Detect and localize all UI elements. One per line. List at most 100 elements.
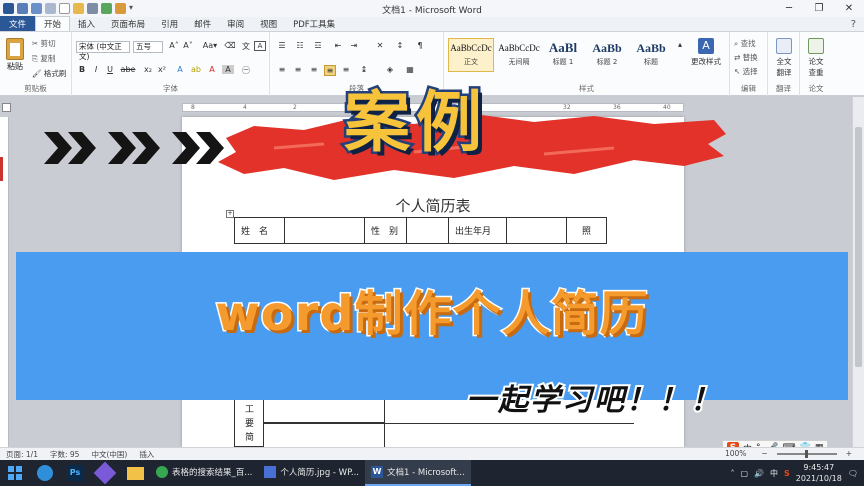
tab-pdf-tools[interactable]: PDF工具集	[285, 16, 343, 31]
table-cell[interactable]	[284, 217, 365, 244]
table-move-handle-icon[interactable]: +	[226, 210, 234, 218]
undo-icon[interactable]	[31, 3, 42, 14]
underline-button[interactable]: U	[104, 65, 116, 74]
resume-table[interactable]: 姓 名 性 别 出生年月 照	[234, 217, 607, 244]
start-button[interactable]	[0, 460, 30, 486]
tray-ime[interactable]: 中	[770, 468, 778, 479]
table-cell[interactable]	[506, 217, 567, 244]
table-cell[interactable]: 出生年月	[448, 217, 507, 244]
paper-check-button[interactable]: 论文 查重	[802, 38, 830, 78]
increase-indent-icon[interactable]: ⇥	[348, 41, 360, 50]
close-icon[interactable]: ✕	[834, 0, 864, 17]
cut-button[interactable]: ✂ 剪切	[32, 38, 56, 49]
tab-review[interactable]: 审阅	[219, 16, 252, 31]
tab-page-layout[interactable]: 页面布局	[103, 16, 153, 31]
spelling-check-icon[interactable]	[101, 3, 112, 14]
print-preview-icon[interactable]	[87, 3, 98, 14]
clear-format-icon[interactable]: ⌫	[224, 41, 236, 50]
char-shading-icon[interactable]: A	[222, 65, 234, 74]
tab-mailings[interactable]: 邮件	[186, 16, 219, 31]
numbering-icon[interactable]: ☷	[294, 41, 306, 50]
table-cell[interactable]: 姓 名	[234, 217, 285, 244]
zoom-out-icon[interactable]: −	[755, 449, 773, 458]
phonetic-guide-icon[interactable]: 文	[240, 41, 252, 52]
tab-view[interactable]: 视图	[252, 16, 285, 31]
photoshop-icon[interactable]: Ps	[60, 460, 90, 486]
taskbar-app-wps[interactable]: 个人简历.jpg - WP...	[258, 460, 365, 486]
style-heading-2[interactable]: AaBb 标题 2	[584, 38, 630, 72]
subscript-button[interactable]: x₂	[142, 65, 154, 74]
style-title[interactable]: AaBb 标题	[628, 38, 674, 72]
sogou-tray-icon[interactable]: S	[784, 469, 790, 478]
superscript-button[interactable]: x²	[156, 65, 168, 74]
justify-icon[interactable]: ≡	[324, 65, 336, 76]
font-size-select[interactable]: 五号	[133, 41, 163, 53]
tray-expand-icon[interactable]: ˄	[730, 469, 734, 478]
notification-icon[interactable]: 🗨	[848, 469, 858, 478]
shading-icon[interactable]: ◈	[384, 65, 396, 74]
bold-button[interactable]: B	[76, 65, 88, 74]
change-styles-button[interactable]: A 更改样式	[686, 38, 726, 67]
align-right-icon[interactable]: ≡	[308, 65, 320, 74]
tab-references[interactable]: 引用	[153, 16, 186, 31]
grow-font-button[interactable]: A˄	[168, 41, 180, 50]
app-hex-icon[interactable]	[90, 460, 120, 486]
clock[interactable]: 9:45:47 2021/10/18	[796, 462, 842, 484]
tray-app-icon[interactable]: ▢	[740, 469, 748, 478]
style-normal[interactable]: AaBbCcDc 正文	[448, 38, 494, 72]
decrease-indent-icon[interactable]: ⇤	[332, 41, 344, 50]
language-indicator[interactable]: 中文(中国)	[85, 449, 133, 460]
zoom-in-icon[interactable]: +	[840, 449, 858, 458]
scrollbar-thumb[interactable]	[855, 127, 862, 367]
help-icon[interactable]: ?	[851, 19, 856, 30]
enclose-char-icon[interactable]: ㊀	[240, 65, 252, 76]
borders-icon[interactable]: ▦	[404, 65, 416, 74]
font-color-icon[interactable]: A	[206, 65, 218, 74]
chinese-layout-icon[interactable]: ✕	[374, 41, 386, 50]
minimize-icon[interactable]: ─	[774, 0, 804, 17]
styles-scroll-icon[interactable]: ▴	[674, 40, 686, 49]
redo-icon[interactable]	[45, 3, 56, 14]
tab-file[interactable]: 文件	[0, 16, 36, 31]
open-folder-icon[interactable]	[73, 3, 84, 14]
sort-icon[interactable]: ↕	[394, 41, 406, 50]
customize-toolbar-icon[interactable]: ▾	[129, 3, 140, 14]
align-center-icon[interactable]: ≡	[292, 65, 304, 74]
select-button[interactable]: ↖ 选择	[734, 66, 758, 77]
format-painter-button[interactable]: 🖌 格式刷	[32, 68, 66, 79]
ruler-toggle-icon[interactable]	[2, 103, 11, 112]
bullets-icon[interactable]: ☰	[276, 41, 288, 50]
new-document-icon[interactable]	[59, 3, 70, 14]
distributed-icon[interactable]: ≡	[340, 65, 352, 74]
show-marks-icon[interactable]: ¶	[414, 41, 426, 50]
table-cell[interactable]	[406, 217, 449, 244]
copy-button[interactable]: ⎘ 复制	[32, 53, 55, 64]
zoom-slider[interactable]	[776, 449, 837, 458]
change-case-button[interactable]: Aa▾	[202, 41, 218, 50]
full-text-translate-button[interactable]: 全文 翻译	[770, 38, 798, 78]
zoom-level[interactable]: 100%	[719, 449, 752, 458]
vertical-ruler[interactable]	[0, 117, 9, 447]
style-no-spacing[interactable]: AaBbCcDc 无间隔	[496, 38, 542, 72]
italic-button[interactable]: I	[90, 65, 102, 74]
paste-button[interactable]: 粘贴	[4, 38, 26, 72]
vertical-scrollbar[interactable]	[852, 97, 864, 447]
align-left-icon[interactable]: ≡	[276, 65, 288, 74]
file-explorer-icon[interactable]	[120, 460, 150, 486]
font-name-select[interactable]: 宋体 (中文正文)	[76, 41, 130, 61]
taskbar-app-word[interactable]: W 文档1 - Microsoft...	[365, 460, 471, 486]
shrink-font-button[interactable]: A˅	[182, 41, 194, 50]
taskbar-app-browser[interactable]: 表格的搜索结果_百...	[150, 460, 258, 486]
volume-icon[interactable]: 🔊	[754, 469, 764, 478]
edge-icon[interactable]	[30, 460, 60, 486]
restore-icon[interactable]: ❐	[804, 0, 834, 17]
insert-mode[interactable]: 插入	[133, 449, 160, 460]
multilevel-list-icon[interactable]: ☲	[312, 41, 324, 50]
find-button[interactable]: ⌕ 查找	[734, 38, 756, 49]
tab-home[interactable]: 开始	[35, 16, 71, 31]
tab-insert[interactable]: 插入	[70, 16, 103, 31]
char-border-icon[interactable]: A	[254, 41, 266, 51]
save-icon[interactable]	[17, 3, 28, 14]
highlight-icon[interactable]: ab	[190, 65, 202, 74]
table-cell[interactable]: 性 别	[364, 217, 407, 244]
